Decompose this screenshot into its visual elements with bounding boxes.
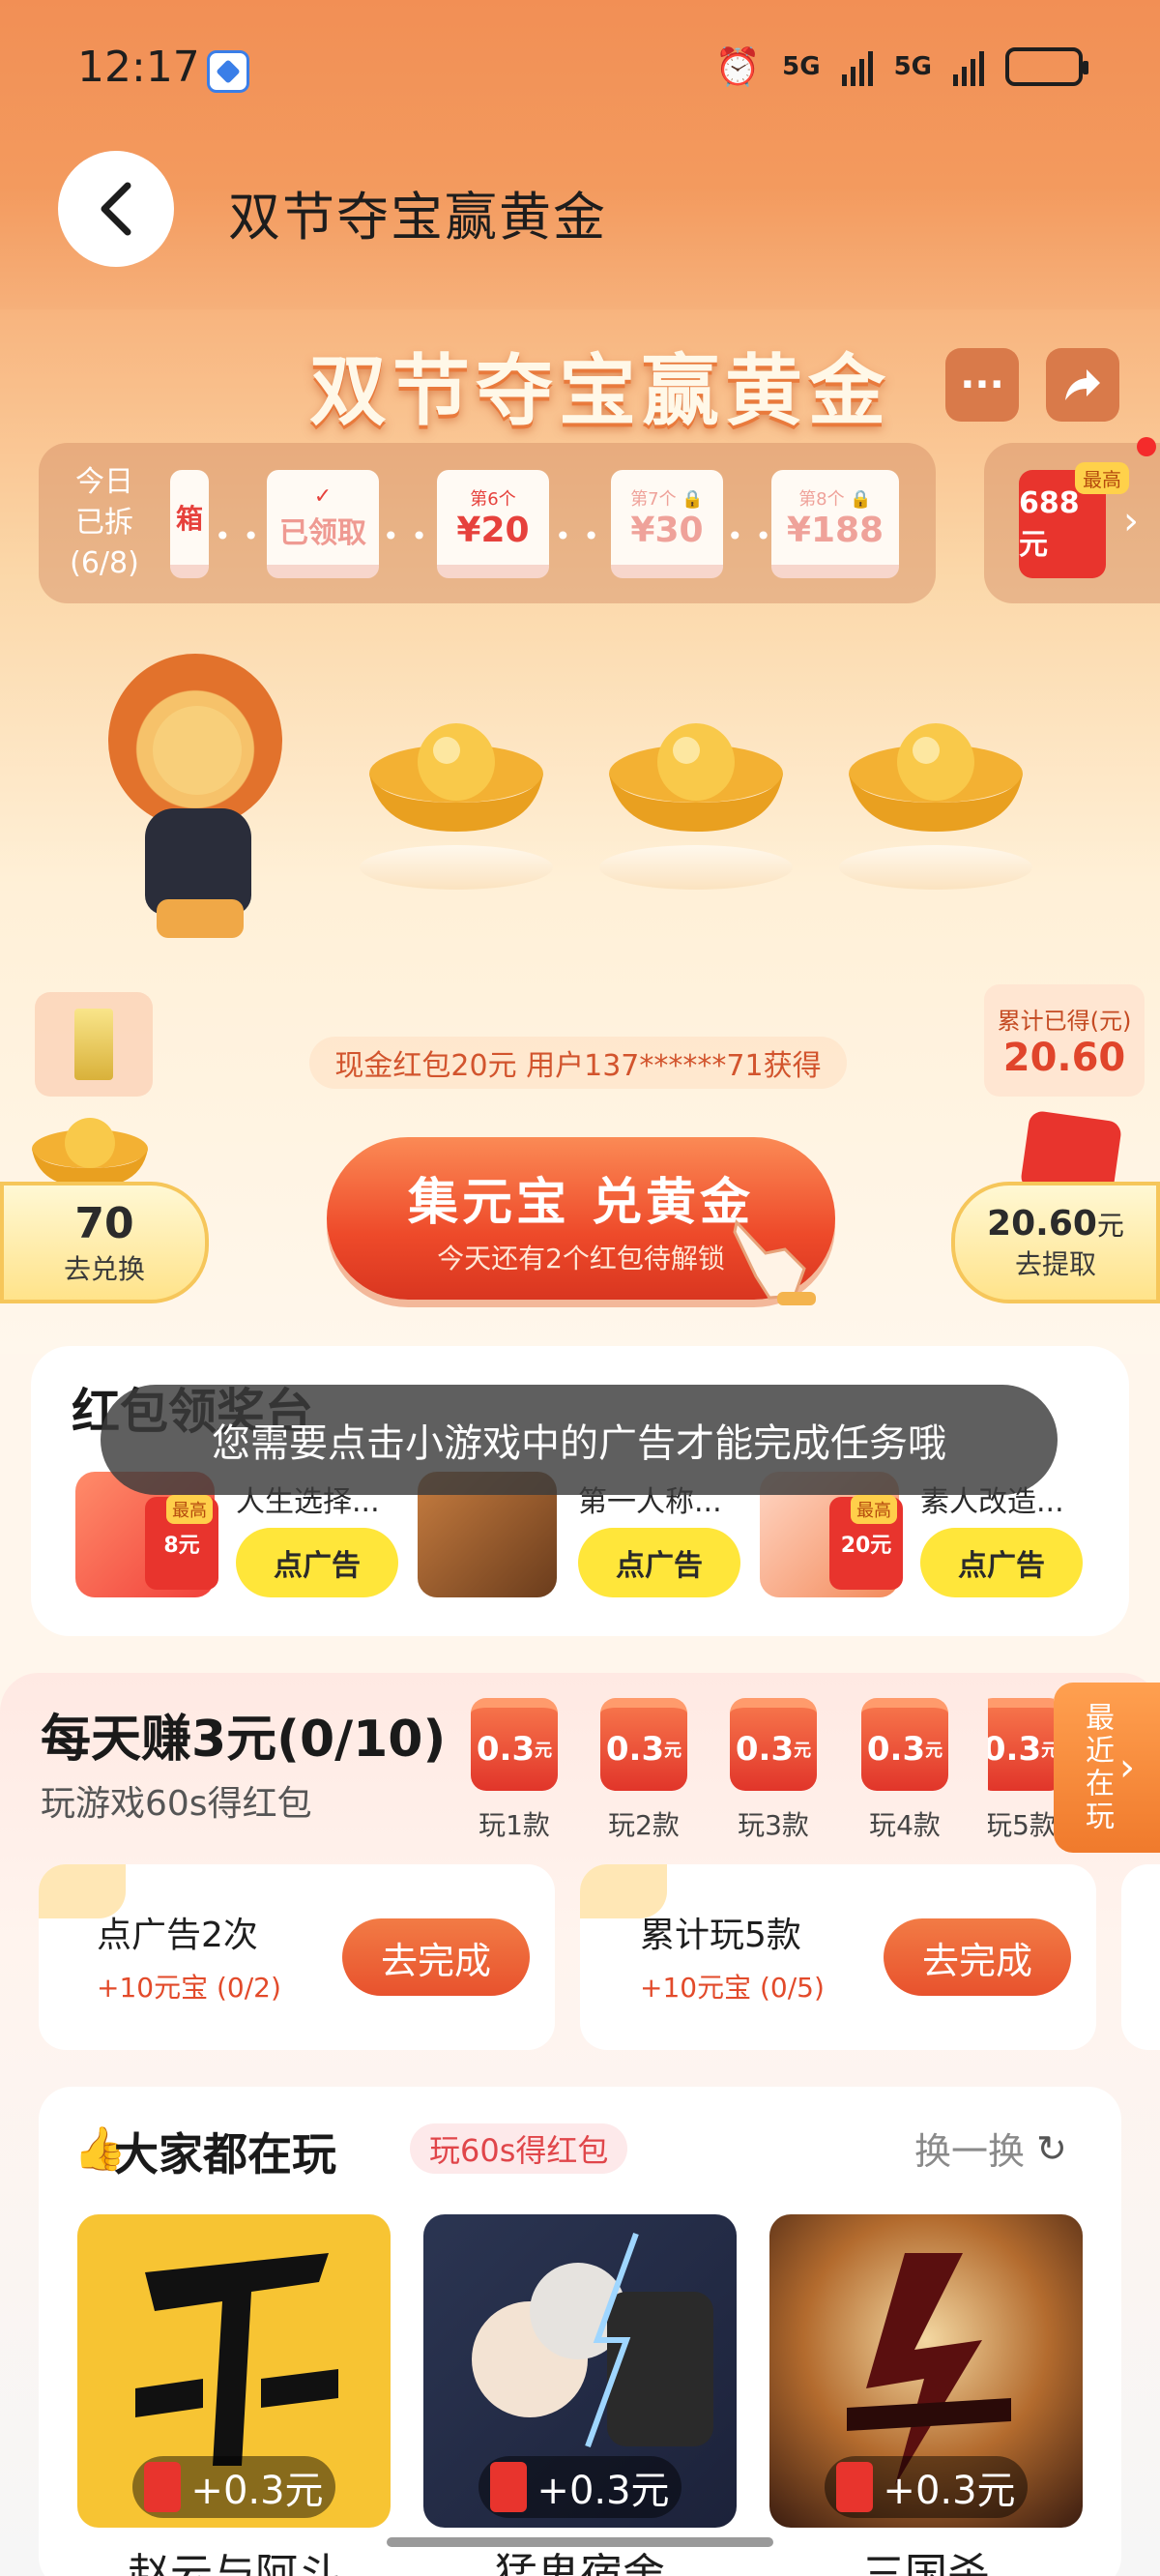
check-icon: ✓ <box>313 483 333 509</box>
task-card-partial <box>1121 1864 1160 2050</box>
chevron-left-icon <box>101 182 131 236</box>
back-button[interactable] <box>58 151 174 267</box>
red-packet-card-partial: 箱 <box>170 470 209 578</box>
home-indicator[interactable] <box>387 2537 773 2547</box>
accumulated-box: 累计已得(元) 20.60 <box>984 984 1145 1097</box>
gold-ingot-icon[interactable] <box>599 706 793 841</box>
exchange-label: 去兑换 <box>63 1252 145 1285</box>
click-ad-button-1[interactable]: 点广告 <box>236 1528 398 1597</box>
gold-bar-box <box>35 992 153 1097</box>
gold-ingot-icon[interactable] <box>360 706 553 841</box>
small-ingot-icon <box>32 1118 148 1187</box>
chevron-right-icon: › <box>1123 499 1139 543</box>
game-name-1: 赵云与阿斗 <box>128 2550 340 2576</box>
withdraw-label: 去提取 <box>1014 1247 1096 1280</box>
chevron-right-icon: › <box>1119 1745 1139 1790</box>
signal-bars-icon <box>841 47 873 86</box>
more-dots-icon: ··· <box>960 363 1004 407</box>
task-title-games: 累计玩5款 <box>640 1916 801 1955</box>
mini-tag: 最高 <box>166 1495 213 1524</box>
coin-reward-1[interactable]: 0.3 元 玩1款 <box>468 1698 561 1843</box>
lion-face <box>153 706 242 795</box>
red-packet-card-8: 第8个 🔒 ¥188 <box>771 470 899 578</box>
coin-reward-4[interactable]: 0.3 元 玩4款 <box>858 1698 951 1843</box>
notification-dot <box>1137 437 1156 456</box>
recently-played-tab[interactable]: 最近在玩 › <box>1054 1683 1160 1853</box>
popular-games-tag: 玩60s得红包 <box>410 2123 628 2174</box>
click-ad-button-2[interactable]: 点广告 <box>578 1528 740 1597</box>
click-ad-button-3[interactable]: 点广告 <box>920 1528 1083 1597</box>
shuffle-button[interactable]: 换一换 ↻ <box>914 2122 1067 2175</box>
gold-ingot-icon[interactable] <box>839 706 1032 841</box>
ingot-plate <box>360 845 553 890</box>
share-arrow-icon <box>1065 369 1100 400</box>
today-opened-label: 今日 已拆 (6/8) <box>70 465 139 580</box>
toast-message: 您需要点击小游戏中的广告才能完成任务哦 <box>101 1385 1058 1495</box>
complete-task-button-2[interactable]: 去完成 <box>884 1918 1071 1996</box>
signal-5g-label-2: 5G <box>893 52 932 81</box>
task-reward-ads: +10元宝 (0/2) <box>97 1972 281 2004</box>
daily-earn-subtitle: 玩游戏60s得红包 <box>41 1784 312 1824</box>
signal-5g-label-1: 5G <box>782 52 821 81</box>
winner-ticker: 现金红包20元 用户137******71获得 <box>309 1037 847 1089</box>
mini-tag: 最高 <box>851 1495 897 1524</box>
game-tile-1[interactable]: +0.3元 <box>77 2214 391 2528</box>
game-tile-3[interactable]: +0.3元 <box>769 2214 1083 2528</box>
page-title: 双节夺宝赢黄金 <box>228 187 607 248</box>
complete-task-button-1[interactable]: 去完成 <box>342 1918 530 1996</box>
ingot-plate <box>839 845 1032 890</box>
status-indicators: ⏰ 5G 5G <box>714 44 1088 89</box>
lock-icon: 🔒 <box>682 488 704 510</box>
battery-icon <box>1005 47 1088 86</box>
share-button[interactable] <box>1046 348 1119 422</box>
coin-reward-3[interactable]: 0.3 元 玩3款 <box>727 1698 820 1843</box>
lion-legs <box>157 899 244 938</box>
withdraw-value: 20.60 <box>987 1203 1097 1244</box>
status-time: 12:17 <box>77 43 200 92</box>
red-packet-icon <box>490 2462 528 2512</box>
lock-icon: 🔒 <box>850 488 872 510</box>
exchange-button[interactable]: 70 去兑换 <box>0 1182 209 1303</box>
game-name-3: 三国杀 <box>862 2550 990 2576</box>
task-reward-games: +10元宝 (0/5) <box>640 1972 825 2004</box>
daily-earn-title: 每天赚3元(0/10) <box>41 1711 447 1769</box>
withdraw-button[interactable]: 20.60元 去提取 <box>951 1182 1160 1303</box>
coin-reward-2[interactable]: 0.3 元 玩2款 <box>597 1698 690 1843</box>
red-packet-icon <box>836 2462 874 2512</box>
hero-title: 双节夺宝赢黄金 <box>309 346 891 436</box>
gold-bar-icon <box>74 1009 113 1080</box>
coin-reward-5[interactable]: 0.3 元 玩5款 <box>988 1698 1054 1843</box>
app-notification-icon <box>207 50 249 93</box>
ingot-count: 70 <box>74 1198 134 1248</box>
pointing-hand-icon <box>733 1218 816 1305</box>
alarm-icon: ⏰ <box>714 44 762 88</box>
red-packet-card-claimed: ✓ 已领取 <box>267 470 379 578</box>
signal-bars-icon <box>953 47 984 86</box>
refresh-icon: ↻ <box>1036 2126 1067 2170</box>
red-packet-card-6[interactable]: 第6个 ¥20 <box>437 470 549 578</box>
red-packet-icon <box>144 2462 182 2512</box>
popular-games-title: 大家都在玩 <box>114 2128 336 2181</box>
task-title-ads: 点广告2次 <box>97 1916 258 1955</box>
max-tag: 最高 <box>1075 462 1129 494</box>
ingot-plate <box>599 845 793 890</box>
red-packet-card-7: 第7个 🔒 ¥30 <box>611 470 723 578</box>
game-tile-2[interactable]: +0.3元 <box>423 2214 737 2528</box>
more-button[interactable]: ··· <box>945 348 1019 422</box>
